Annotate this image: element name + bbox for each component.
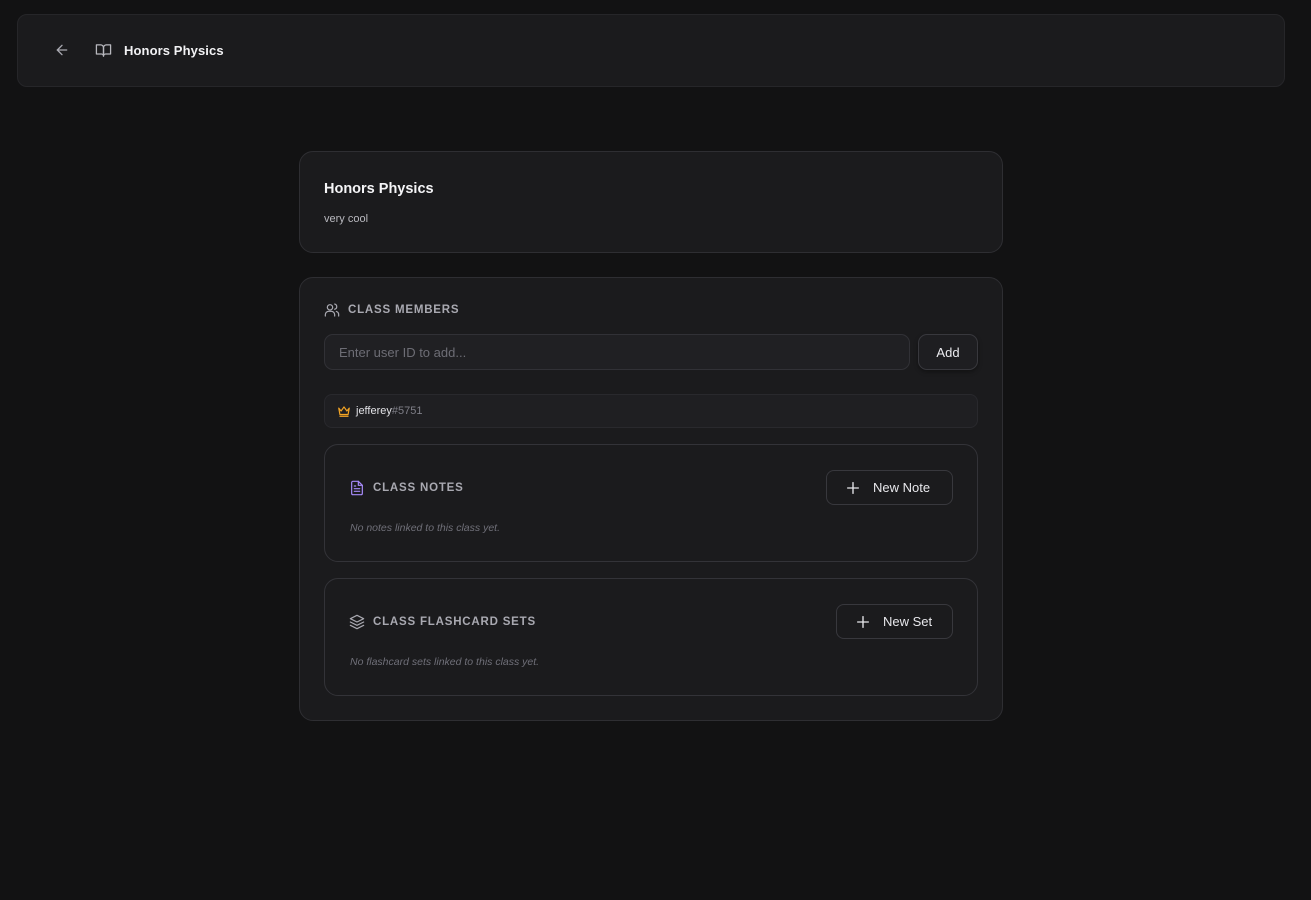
class-flashcards-header: CLASS FLASHCARD SETS (349, 614, 536, 630)
member-tag: #5751 (391, 405, 423, 417)
class-info-card: Honors Physics very cool (299, 151, 1003, 253)
arrow-left-icon (56, 44, 68, 56)
layers-icon (349, 614, 365, 630)
class-name: Honors Physics (324, 181, 434, 197)
class-notes-heading: CLASS NOTES (373, 482, 464, 494)
class-members-heading: CLASS MEMBERS (348, 304, 460, 316)
flashcards-empty-message: No flashcard sets linked to this class y… (350, 656, 540, 668)
class-flashcards-heading: CLASS FLASHCARD SETS (373, 616, 536, 628)
new-set-button[interactable]: New Set (836, 604, 953, 639)
class-description: very cool (324, 213, 369, 225)
page-title: Honors Physics (124, 43, 224, 58)
plus-icon (857, 615, 869, 628)
top-bar: Honors Physics (17, 14, 1285, 87)
plus-icon (847, 481, 859, 494)
new-set-label: New Set (883, 614, 933, 629)
member-name: jefferey (356, 405, 392, 417)
user-id-input[interactable] (324, 334, 910, 370)
crown-icon (338, 406, 350, 417)
class-notes-header: CLASS NOTES (349, 480, 464, 496)
new-note-button[interactable]: New Note (826, 470, 953, 505)
file-text-icon (351, 480, 363, 496)
class-flashcard-sets-card: CLASS FLASHCARD SETS New Set No flashcar… (324, 578, 978, 696)
class-notes-card: CLASS NOTES New Note No notes linked to … (324, 444, 978, 562)
class-members-card: CLASS MEMBERS Add jefferey #5751 CLASS N… (299, 277, 1003, 721)
book-open-icon (95, 44, 112, 57)
member-item[interactable]: jefferey #5751 (324, 394, 978, 428)
class-members-header: CLASS MEMBERS (324, 302, 459, 318)
notes-empty-message: No notes linked to this class yet. (350, 522, 500, 534)
back-button[interactable] (52, 40, 72, 60)
users-icon (324, 303, 340, 317)
new-note-label: New Note (873, 480, 931, 495)
add-member-button[interactable]: Add (918, 334, 978, 370)
